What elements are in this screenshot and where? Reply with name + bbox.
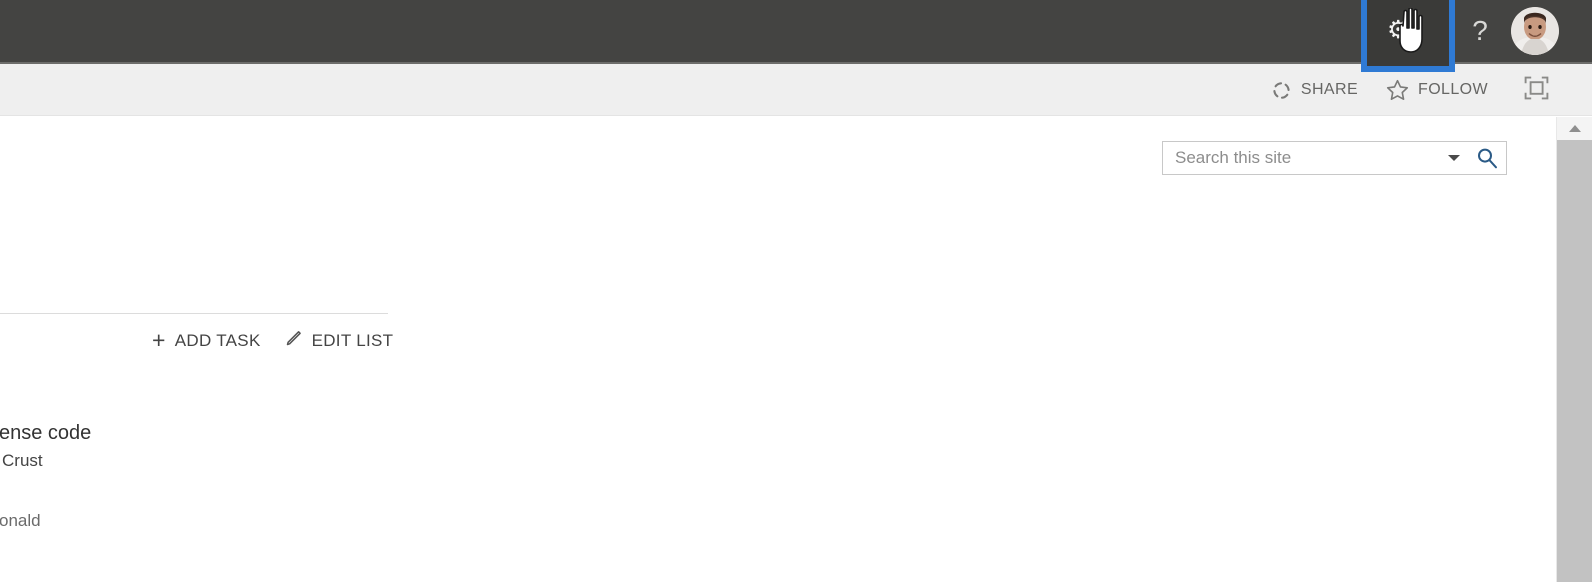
focus-on-content-icon xyxy=(1524,76,1549,105)
star-icon xyxy=(1386,79,1409,101)
search-input[interactable] xyxy=(1163,148,1440,168)
help-button[interactable]: ? xyxy=(1456,0,1504,62)
edit-list-label: EDIT LIST xyxy=(311,330,394,350)
add-task-label: ADD TASK xyxy=(174,330,261,350)
follow-button[interactable]: FOLLOW xyxy=(1372,64,1502,116)
command-band-actions: SHARE FOLLOW xyxy=(1257,64,1556,116)
page-content: + ADD TASK EDIT LIST ense code Crust ona… xyxy=(0,117,1556,582)
edit-list-button[interactable]: EDIT LIST xyxy=(285,329,394,352)
share-button[interactable]: SHARE xyxy=(1257,64,1372,116)
suite-bar xyxy=(0,0,1592,62)
pencil-icon xyxy=(285,329,303,352)
scrollbar-thumb[interactable] xyxy=(1557,140,1592,582)
magnifier-icon[interactable] xyxy=(1468,147,1506,169)
settings-button[interactable]: ⚙ xyxy=(1367,0,1449,66)
scrollbar-track[interactable] xyxy=(1557,140,1592,582)
plus-icon: + xyxy=(152,327,166,353)
command-band: SHARE FOLLOW xyxy=(0,64,1592,116)
search-box[interactable] xyxy=(1162,141,1507,175)
user-avatar-image xyxy=(1511,7,1559,55)
follow-label: FOLLOW xyxy=(1418,81,1488,98)
list-divider xyxy=(0,313,388,314)
share-icon xyxy=(1271,80,1292,101)
add-task-button[interactable]: + ADD TASK xyxy=(152,329,261,352)
list-action-bar: + ADD TASK EDIT LIST xyxy=(152,329,393,352)
question-mark-icon: ? xyxy=(1472,15,1488,46)
task-subtitle: Crust xyxy=(2,451,43,470)
share-label: SHARE xyxy=(1300,81,1359,98)
chevron-down-icon[interactable] xyxy=(1440,153,1468,163)
task-assignee: onald xyxy=(0,511,41,530)
task-title[interactable]: ense code xyxy=(0,422,91,445)
avatar[interactable] xyxy=(1511,7,1559,55)
scroll-up-arrow-icon[interactable] xyxy=(1557,117,1592,140)
vertical-scrollbar[interactable] xyxy=(1556,117,1592,582)
gear-icon: ⚙ xyxy=(1387,16,1410,44)
sharepoint-page: ⚙ ? SHARE FOLLOW Search this site + ADD … xyxy=(0,0,1592,582)
focus-on-content-button[interactable] xyxy=(1516,64,1556,116)
